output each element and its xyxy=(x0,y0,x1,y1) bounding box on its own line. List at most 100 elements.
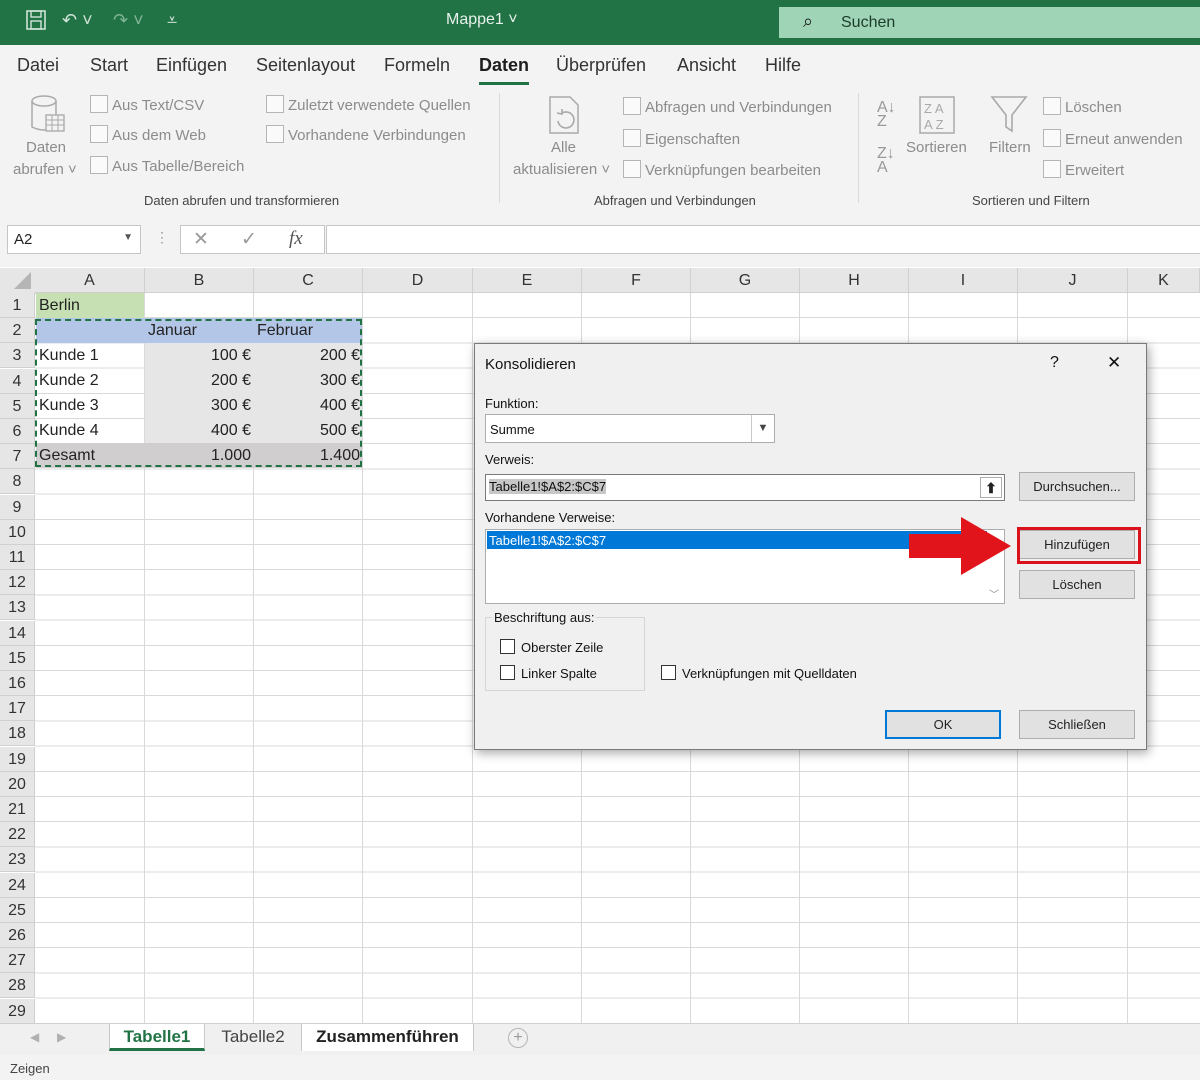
insert-function-icon[interactable]: fx xyxy=(289,228,303,250)
row-header-12[interactable]: 12 xyxy=(0,570,35,596)
close-icon[interactable]: ✕ xyxy=(1107,353,1121,373)
redo-icon[interactable]: ↷ ˅ xyxy=(113,10,144,31)
column-header-i[interactable]: I xyxy=(909,268,1018,293)
column-header-g[interactable]: G xyxy=(691,268,800,293)
function-select[interactable]: Summe ▼ xyxy=(485,414,775,443)
row-header-4[interactable]: 4 xyxy=(0,368,35,394)
tab-seitenlayout[interactable]: Seitenlayout xyxy=(256,55,355,76)
document-title[interactable]: Mappe1 ˅ xyxy=(446,11,518,29)
scroll-right-icon[interactable]: ▶ xyxy=(57,1030,66,1044)
row-header-5[interactable]: 5 xyxy=(0,393,35,419)
sort-button[interactable]: Sortieren xyxy=(906,139,967,156)
tab-start[interactable]: Start xyxy=(90,55,128,76)
row-header-20[interactable]: 20 xyxy=(0,771,35,797)
get-data-button[interactable]: abrufen ˅ xyxy=(13,161,77,178)
row-header-9[interactable]: 9 xyxy=(0,494,35,520)
close-button[interactable]: Schließen xyxy=(1019,710,1135,739)
chevron-down-icon[interactable]: ▼ xyxy=(123,232,133,243)
sort-z-a-icon[interactable]: Z↓ A xyxy=(877,146,895,176)
scroll-left-icon[interactable]: ◀ xyxy=(30,1030,39,1044)
row-header-7[interactable]: 7 xyxy=(0,444,35,470)
tab-datei[interactable]: Datei xyxy=(17,55,59,76)
reference-input[interactable]: Tabelle1!$A$2:$C$7 ⬆ xyxy=(485,474,1005,501)
queries-connections-button[interactable]: Abfragen und Verbindungen xyxy=(623,97,832,116)
chevron-down-icon[interactable]: ▼ xyxy=(751,415,774,442)
advanced-filter-button[interactable]: Erweitert xyxy=(1043,160,1124,179)
top-row-checkbox[interactable] xyxy=(500,639,515,654)
undo-icon[interactable]: ↶ ˅ xyxy=(62,10,93,31)
tab-ueberpruefen[interactable]: Überprüfen xyxy=(556,55,646,76)
column-header-c[interactable]: C xyxy=(254,268,363,293)
collapse-dialog-icon[interactable]: ⬆ xyxy=(980,477,1002,498)
column-header-e[interactable]: E xyxy=(473,268,582,293)
tab-formeln[interactable]: Formeln xyxy=(384,55,450,76)
refresh-all-button[interactable]: aktualisieren ˅ xyxy=(513,161,610,178)
row-header-16[interactable]: 16 xyxy=(0,671,35,696)
edit-links-button[interactable]: Verknüpfungen bearbeiten xyxy=(623,160,821,179)
tab-einfuegen[interactable]: Einfügen xyxy=(156,55,227,76)
sheet-tab-zusammenfuehren[interactable]: Zusammenführen xyxy=(302,1024,474,1051)
properties-button[interactable]: Eigenschaften xyxy=(623,129,740,148)
row-header-1[interactable]: 1 xyxy=(0,293,35,318)
column-header-j[interactable]: J xyxy=(1018,268,1128,293)
formula-input[interactable] xyxy=(326,225,1200,254)
sort-a-z-icon[interactable]: A↓ Z xyxy=(877,100,896,130)
row-header-11[interactable]: 11 xyxy=(0,545,35,570)
row-header-13[interactable]: 13 xyxy=(0,595,35,621)
browse-button[interactable]: Durchsuchen... xyxy=(1019,472,1135,501)
row-header-8[interactable]: 8 xyxy=(0,469,35,495)
left-column-checkbox[interactable] xyxy=(500,665,515,680)
name-box[interactable]: A2 ▼ xyxy=(7,225,141,254)
recent-sources-button[interactable]: Zuletzt verwendete Quellen xyxy=(266,95,471,114)
scroll-down-icon[interactable]: ﹀ xyxy=(989,586,999,601)
tab-daten[interactable]: Daten xyxy=(479,55,530,85)
clear-filter-button[interactable]: Löschen xyxy=(1043,97,1122,116)
row-header-2[interactable]: 2 xyxy=(0,318,35,344)
row-header-27[interactable]: 27 xyxy=(0,948,35,974)
filter-button[interactable]: Filtern xyxy=(989,139,1031,156)
row-header-6[interactable]: 6 xyxy=(0,419,35,444)
row-header-14[interactable]: 14 xyxy=(0,620,35,646)
row-header-23[interactable]: 23 xyxy=(0,847,35,873)
row-header-3[interactable]: 3 xyxy=(0,343,35,369)
row-header-10[interactable]: 10 xyxy=(0,519,35,545)
row-header-17[interactable]: 17 xyxy=(0,696,35,722)
row-header-24[interactable]: 24 xyxy=(0,872,35,898)
sheet-tab-tabelle2[interactable]: Tabelle2 xyxy=(205,1024,302,1051)
row-header-22[interactable]: 22 xyxy=(0,822,35,848)
refresh-all-line1[interactable]: Alle xyxy=(551,139,576,156)
existing-connections-button[interactable]: Vorhandene Verbindungen xyxy=(266,125,466,144)
cancel-icon[interactable]: ✕ xyxy=(193,228,209,251)
column-header-h[interactable]: H xyxy=(800,268,909,293)
column-header-a[interactable]: A xyxy=(35,268,145,293)
from-text-button[interactable]: Aus Text/CSV xyxy=(90,95,204,114)
row-header-26[interactable]: 26 xyxy=(0,923,35,948)
row-header-21[interactable]: 21 xyxy=(0,797,35,822)
column-header-k[interactable]: K xyxy=(1128,268,1200,293)
sheet-tab-tabelle1[interactable]: Tabelle1 xyxy=(109,1024,205,1051)
enter-icon[interactable]: ✓ xyxy=(241,228,257,251)
reapply-button[interactable]: Erneut anwenden xyxy=(1043,129,1183,148)
from-web-button[interactable]: Aus dem Web xyxy=(90,125,206,144)
row-header-29[interactable]: 29 xyxy=(0,998,35,1024)
help-icon[interactable]: ? xyxy=(1050,354,1059,372)
delete-button[interactable]: Löschen xyxy=(1019,570,1135,599)
save-icon[interactable] xyxy=(25,9,47,36)
column-header-b[interactable]: B xyxy=(145,268,254,293)
row-header-15[interactable]: 15 xyxy=(0,645,35,671)
ok-button[interactable]: OK xyxy=(885,710,1001,739)
get-data-line1[interactable]: Daten xyxy=(26,139,66,156)
search-box[interactable]: ⌕ Suchen xyxy=(779,7,1200,38)
row-header-25[interactable]: 25 xyxy=(0,897,35,923)
cell-a1[interactable]: Berlin xyxy=(36,293,144,318)
add-sheet-icon[interactable]: + xyxy=(508,1028,528,1048)
tab-hilfe[interactable]: Hilfe xyxy=(765,55,801,76)
row-header-18[interactable]: 18 xyxy=(0,721,35,747)
create-links-checkbox[interactable] xyxy=(661,665,676,680)
select-all-corner[interactable] xyxy=(0,268,36,294)
column-header-f[interactable]: F xyxy=(582,268,691,293)
from-table-button[interactable]: Aus Tabelle/Bereich xyxy=(90,156,244,175)
column-header-d[interactable]: D xyxy=(363,268,473,293)
customize-quick-access-icon[interactable]: ⩡ xyxy=(167,10,177,31)
row-header-19[interactable]: 19 xyxy=(0,746,35,772)
